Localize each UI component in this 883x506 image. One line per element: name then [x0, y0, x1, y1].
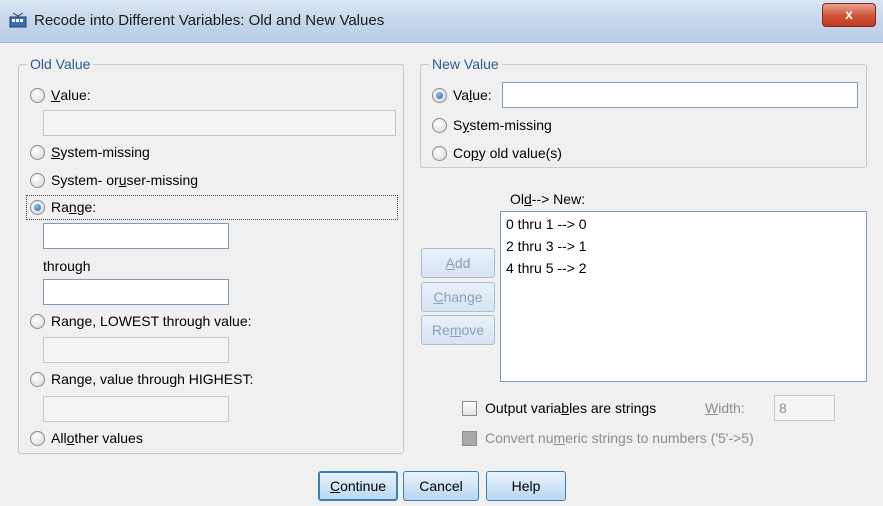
close-button[interactable]: x	[822, 3, 876, 27]
change-button[interactable]: Change	[421, 282, 495, 312]
old-system-or-user-missing-radio[interactable]: System- or u ser-missing	[30, 172, 198, 188]
old-value-legend: Old Value	[30, 56, 91, 72]
mapping-list-label: Ol d --> New:	[510, 191, 586, 207]
continue-button[interactable]: Continue	[318, 471, 398, 501]
add-button[interactable]: Add	[421, 248, 495, 278]
new-value-radio[interactable]: Va l ue:	[432, 87, 492, 103]
range-highest-input[interactable]	[43, 396, 229, 422]
radio-icon	[432, 117, 447, 133]
list-item[interactable]: 4 thru 5 --> 2	[506, 260, 587, 276]
old-system-missing-radio[interactable]: System-missing	[30, 144, 150, 160]
range-to-input[interactable]	[43, 279, 229, 305]
list-item[interactable]: 2 thru 3 --> 1	[506, 238, 587, 254]
range-from-input[interactable]	[43, 223, 229, 249]
checkbox-disabled-icon	[462, 430, 477, 446]
new-value-input[interactable]	[502, 82, 858, 108]
width-input[interactable]: 8	[774, 395, 835, 421]
old-value-input[interactable]	[43, 110, 396, 136]
new-copy-old-radio[interactable]: Co p y old value(s)	[432, 145, 562, 161]
radio-icon	[30, 430, 45, 446]
old-range-radio[interactable]: Ra n ge:	[30, 199, 96, 215]
radio-icon	[30, 87, 45, 103]
cancel-button[interactable]: Cancel	[403, 471, 479, 501]
old-range-highest-radio[interactable]: Ran g e, value through HIGHEST:	[30, 371, 253, 387]
radio-icon	[30, 371, 45, 387]
old-all-other-radio[interactable]: All o ther values	[30, 430, 143, 446]
dialog-body: Old Value Value: System-missing System- …	[6, 43, 877, 501]
mapping-listbox[interactable]: 0 thru 1 --> 0 2 thru 3 --> 1 4 thru 5 -…	[500, 211, 867, 382]
recode-app-icon	[9, 12, 27, 28]
radio-selected-icon	[432, 87, 447, 103]
radio-icon	[30, 172, 45, 188]
new-system-missing-radio[interactable]: Sy stem-missing	[432, 117, 552, 133]
convert-numeric-checkbox[interactable]: Convert nu m eric strings to numbers ('5'-…	[462, 430, 754, 446]
old-range-lowest-radio[interactable]: Range, LOWEST through value:	[30, 313, 252, 329]
help-button[interactable]: Help	[486, 471, 566, 501]
remove-button[interactable]: Remove	[421, 315, 495, 345]
title-bar: Recode into Different Variables: Old and…	[0, 0, 883, 43]
old-value-radio[interactable]: Value:	[30, 87, 91, 103]
through-label: through	[43, 258, 91, 274]
range-lowest-input[interactable]	[43, 337, 229, 363]
new-value-legend: New Value	[432, 56, 499, 72]
list-item[interactable]: 0 thru 1 --> 0	[506, 216, 587, 232]
radio-icon	[432, 145, 447, 161]
radio-icon	[30, 144, 45, 160]
radio-icon	[30, 313, 45, 329]
radio-selected-icon	[30, 199, 45, 215]
checkbox-icon	[462, 400, 477, 416]
window-title: Recode into Different Variables: Old and…	[34, 12, 385, 29]
output-strings-checkbox[interactable]: Output varia b les are strings	[462, 400, 656, 416]
width-label: Width:	[705, 400, 745, 416]
